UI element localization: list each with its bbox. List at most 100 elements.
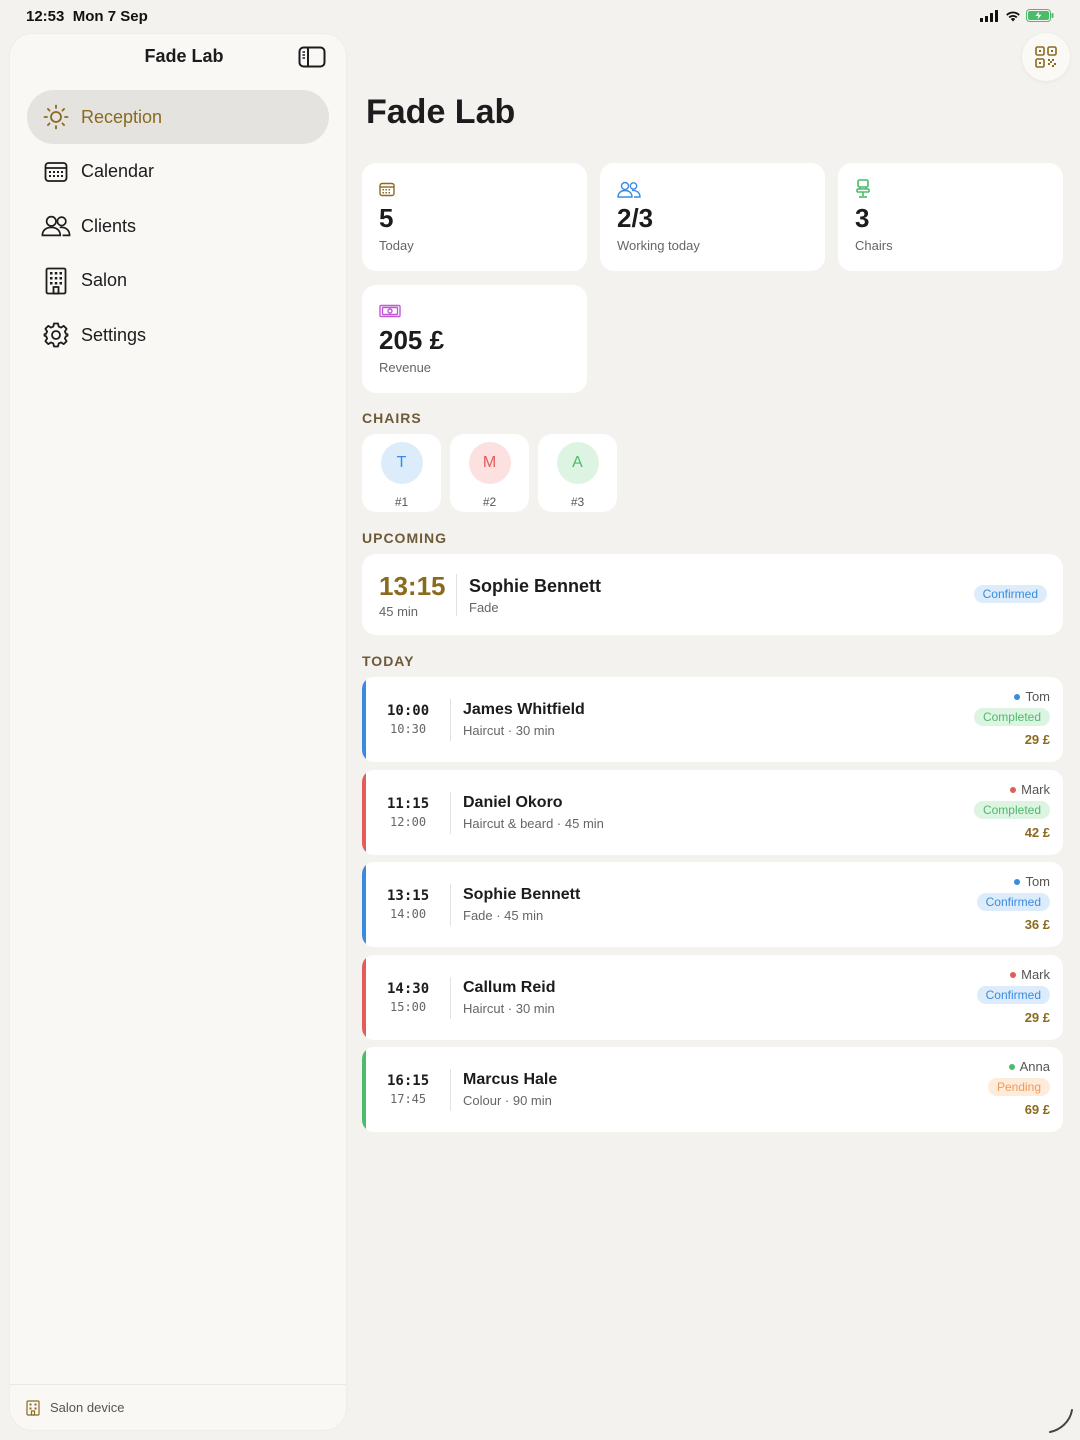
- status-badge: Completed: [973, 801, 1050, 819]
- upcoming-time: 13:15: [379, 571, 446, 601]
- appointment-row[interactable]: 16:15 17:45 Marcus Hale Colour · 90 min …: [362, 1047, 1063, 1132]
- client-name: Sophie Bennett: [469, 576, 602, 596]
- barber-label: Tom: [1014, 689, 1050, 704]
- sidebar-item-clients[interactable]: Clients: [27, 199, 329, 253]
- battery-charging-icon: [1026, 9, 1054, 22]
- service-name: Fade · 45 min: [463, 908, 544, 923]
- avatar: T: [380, 442, 423, 484]
- sidebar-item-label: Calendar: [81, 161, 155, 181]
- status-badge: Pending: [987, 1078, 1050, 1096]
- chair-icon: [855, 179, 1046, 199]
- upcoming-section-label: UPCOMING: [362, 530, 447, 546]
- barber-label: Anna: [1008, 1059, 1050, 1074]
- barber-label: Mark: [1010, 967, 1050, 982]
- stat-card-chairs[interactable]: 3 Chairs: [838, 163, 1063, 271]
- appointment-row[interactable]: 10:00 10:30 James Whitfield Haircut · 30…: [362, 677, 1063, 762]
- banknote-icon: [379, 301, 570, 321]
- start-time: 10:00: [387, 703, 430, 719]
- calendar-icon: [41, 157, 71, 187]
- end-time: 12:00: [390, 815, 427, 829]
- start-time: 13:15: [387, 888, 430, 904]
- stat-label: Working today: [617, 238, 700, 253]
- gear-icon: [41, 320, 71, 350]
- sidebar-item-label: Reception: [81, 106, 163, 127]
- status-icons: [980, 9, 1054, 22]
- sidebar: Fade Lab Reception Calendar Clients Salo…: [10, 34, 346, 1430]
- stat-value: 205 £: [379, 325, 445, 355]
- barber-label: Tom: [1014, 874, 1050, 889]
- divider: [450, 792, 451, 834]
- sidebar-nav: Reception Calendar Clients Salon Setting…: [27, 90, 329, 363]
- upcoming-appointment-card[interactable]: 13:15 45 min Sophie Bennett Fade Confirm…: [362, 554, 1063, 635]
- appointment-row[interactable]: 13:15 14:00 Sophie Bennett Fade · 45 min…: [362, 862, 1063, 947]
- people-icon: [41, 211, 71, 241]
- wifi-icon: [1006, 11, 1020, 21]
- resize-handle-icon[interactable]: [1046, 1406, 1074, 1434]
- price: 42 £: [1024, 825, 1050, 840]
- calendar-icon: [379, 179, 570, 199]
- sidebar-footer: Salon device: [10, 1384, 346, 1430]
- today-section-label: TODAY: [362, 653, 415, 669]
- end-time: 14:00: [390, 907, 427, 921]
- service-name: Haircut · 30 min: [463, 723, 555, 738]
- chair-number: #3: [570, 495, 585, 509]
- barber-color-bar: [362, 677, 366, 762]
- barber-color-bar: [362, 770, 366, 855]
- client-name: Daniel Okoro: [463, 794, 563, 811]
- sun-icon: [41, 102, 71, 132]
- chairs-section-label: CHAIRS: [362, 410, 422, 426]
- page-title: Fade Lab: [366, 93, 516, 131]
- chair-number: #1: [394, 495, 409, 509]
- chair-card[interactable]: A #3: [538, 434, 617, 512]
- stat-card-working-today[interactable]: 2/3 Working today: [600, 163, 825, 271]
- sidebar-item-calendar[interactable]: Calendar: [27, 145, 329, 199]
- status-bar: 12:53 Mon 7 Sep: [0, 0, 1080, 34]
- client-name: James Whitfield: [463, 701, 585, 718]
- stat-value: 3: [855, 203, 870, 233]
- sidebar-toggle-icon: [298, 46, 326, 68]
- barber-color-bar: [362, 955, 366, 1040]
- service-name: Haircut · 30 min: [463, 1001, 555, 1016]
- sidebar-item-label: Salon: [81, 270, 128, 290]
- sidebar-toggle-button[interactable]: [298, 46, 326, 68]
- stat-card-today[interactable]: 5 Today: [362, 163, 587, 271]
- appointment-row[interactable]: 14:30 15:00 Callum Reid Haircut · 30 min…: [362, 955, 1063, 1040]
- client-name: Sophie Bennett: [463, 886, 581, 903]
- chair-card[interactable]: M #2: [450, 434, 529, 512]
- divider: [450, 699, 451, 741]
- sidebar-item-reception[interactable]: Reception: [27, 90, 329, 144]
- end-time: 15:00: [390, 1000, 427, 1014]
- end-time: 10:30: [390, 722, 427, 736]
- barber-label: Mark: [1010, 782, 1050, 797]
- status-time: 12:53 Mon 7 Sep: [26, 8, 148, 25]
- sidebar-item-salon[interactable]: Salon: [27, 254, 329, 308]
- sidebar-item-label: Settings: [81, 324, 147, 345]
- qr-code-button[interactable]: [1022, 33, 1070, 81]
- stat-label: Revenue: [379, 360, 432, 375]
- avatar: M: [468, 442, 511, 484]
- divider: [450, 884, 451, 926]
- building-icon: [26, 1399, 40, 1416]
- status-badge: Confirmed: [976, 893, 1050, 911]
- device-label: Salon device: [50, 1400, 125, 1415]
- stat-value: 5: [379, 203, 394, 233]
- divider: [450, 977, 451, 1019]
- stat-label: Chairs: [855, 238, 893, 253]
- stat-card-revenue[interactable]: 205 £ Revenue: [362, 285, 587, 393]
- building-icon: [41, 266, 71, 296]
- price: 29 £: [1024, 732, 1050, 747]
- status-badge: Completed: [973, 708, 1050, 726]
- status-badge: Confirmed: [973, 585, 1047, 603]
- price: 36 £: [1024, 917, 1050, 932]
- appointment-row[interactable]: 11:15 12:00 Daniel Okoro Haircut & beard…: [362, 770, 1063, 855]
- chair-card[interactable]: T #1: [362, 434, 441, 512]
- sidebar-item-label: Clients: [81, 215, 137, 236]
- sidebar-item-settings[interactable]: Settings: [27, 308, 329, 362]
- signal-icon: [980, 9, 998, 22]
- barber-color-bar: [362, 1047, 366, 1132]
- divider: [450, 1069, 451, 1111]
- qr-code-icon: [1035, 46, 1057, 68]
- chair-number: #2: [482, 495, 497, 509]
- client-name: Marcus Hale: [463, 1071, 558, 1088]
- stat-value: 2/3: [617, 203, 654, 233]
